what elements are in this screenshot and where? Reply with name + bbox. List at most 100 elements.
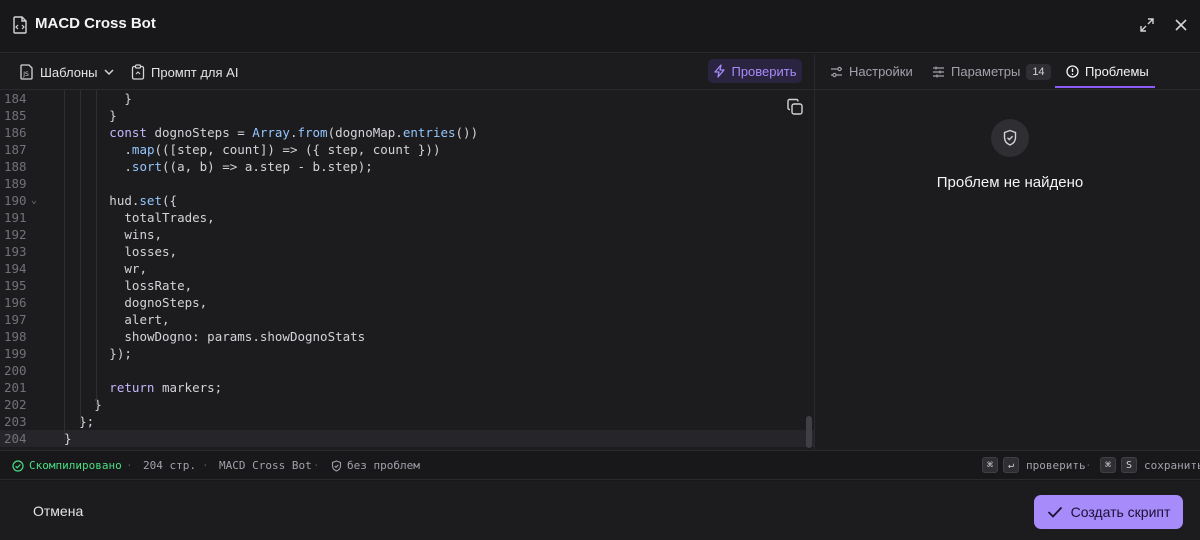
code-token: ()): [455, 125, 479, 140]
line-number: 194: [4, 261, 27, 276]
file-script-icon: [13, 16, 27, 34]
problems-status: без проблем: [331, 459, 420, 472]
copy-icon: [787, 98, 803, 115]
code-token: }: [124, 91, 132, 106]
prompt-label: Промпт для AI: [151, 64, 239, 80]
lightning-icon: [714, 64, 726, 78]
code-line[interactable]: 187 .map(([step, count]) => ({ step, coun…: [0, 141, 814, 158]
code-line[interactable]: 193 losses,: [0, 243, 814, 260]
code-token: totalTrades,: [124, 210, 215, 225]
save-shortcut-hint: ⌘ S сохранить: [1100, 457, 1200, 473]
code-token: wins,: [124, 227, 163, 242]
compiled-label: Скомпилировано: [29, 459, 122, 472]
fold-chevron-icon[interactable]: ⌄: [31, 192, 37, 209]
code-line[interactable]: 189: [0, 175, 814, 192]
code-token: losses,: [124, 244, 178, 259]
compiled-status: Скомпилировано: [12, 459, 122, 472]
code-text: alert,: [124, 311, 169, 328]
code-line[interactable]: 184}: [0, 90, 814, 107]
maximize-button[interactable]: [1136, 14, 1158, 36]
code-line[interactable]: 202}: [0, 396, 814, 413]
indent-guide: [64, 90, 65, 440]
code-line[interactable]: 188 .sort((a, b) => a.step - b.step);: [0, 158, 814, 175]
line-number: 198: [4, 329, 27, 344]
code-line[interactable]: 200: [0, 362, 814, 379]
code-line[interactable]: 195 lossRate,: [0, 277, 814, 294]
code-line[interactable]: 196 dognoSteps,: [0, 294, 814, 311]
code-text: }: [124, 90, 132, 107]
check-circle-icon: [12, 459, 24, 472]
tab-problems[interactable]: Проблемы: [1066, 54, 1149, 89]
tab-problems-label: Проблемы: [1085, 64, 1149, 79]
separator-dot: ·: [1085, 459, 1092, 472]
code-token: });: [109, 346, 132, 361]
code-text: .sort((a, b) => a.step - b.step);: [124, 158, 372, 175]
code-line[interactable]: 197 alert,: [0, 311, 814, 328]
editor-scrollbar[interactable]: [806, 416, 812, 448]
code-line[interactable]: 198 showDogno: params.showDognoStats: [0, 328, 814, 345]
check-label: Проверить: [731, 63, 797, 79]
code-editor[interactable]: 184} 185} 186 const dognoSteps = Array.from…: [0, 90, 814, 450]
tab-settings[interactable]: Настройки: [830, 54, 913, 89]
create-script-button[interactable]: Создать скрипт: [1034, 495, 1183, 529]
cancel-button[interactable]: Отмена: [33, 503, 83, 519]
sliders-icon: [831, 66, 842, 77]
line-number: 195: [4, 278, 27, 293]
check-button[interactable]: Проверить: [708, 59, 802, 83]
status-bar: Скомпилировано · 204 стр. · MACD Cross B…: [0, 450, 1200, 480]
right-panel-tabs: Настройки Параметры 14 Проблемы: [815, 54, 1200, 90]
tab-parameters[interactable]: Параметры 14: [932, 54, 1051, 89]
separator-dot: ·: [202, 459, 209, 472]
code-token: ({: [161, 193, 178, 208]
line-number: 186: [4, 125, 27, 140]
code-token: dognoSteps,: [124, 295, 208, 310]
dialog-footer: [0, 481, 1200, 540]
code-token: markers;: [154, 380, 223, 395]
editor-toolbar: JS Шаблоны Промпт для AI: [0, 54, 814, 90]
code-token: set: [139, 193, 162, 208]
expand-icon: [1140, 18, 1154, 32]
code-line[interactable]: 204}: [0, 430, 814, 447]
code-line[interactable]: 201 return markers;: [0, 379, 814, 396]
code-token: showDogno: params.showDognoStats: [124, 329, 366, 344]
shield-check-icon: [1003, 129, 1017, 146]
code-line[interactable]: 203};: [0, 413, 814, 430]
shield-check-small-icon: [331, 459, 342, 472]
close-button[interactable]: [1170, 14, 1192, 36]
templates-label: Шаблоны: [40, 64, 98, 80]
check-shortcut-hint: ⌘ ↵ проверить: [982, 457, 1086, 473]
code-token: .: [124, 142, 132, 157]
clipboard-icon: [131, 64, 145, 80]
code-line[interactable]: 190 ⌄ hud.set({: [0, 192, 814, 209]
code-token: const: [109, 125, 147, 140]
s-key: S: [1121, 457, 1137, 473]
code-line[interactable]: 191 totalTrades,: [0, 209, 814, 226]
templates-dropdown[interactable]: JS Шаблоны: [20, 62, 114, 82]
chevron-down-icon: [103, 69, 114, 76]
tab-settings-label: Настройки: [849, 64, 913, 79]
line-number: 185: [4, 108, 27, 123]
prompt-for-ai-button[interactable]: Промпт для AI: [131, 62, 238, 82]
active-tab-indicator: [1055, 86, 1155, 88]
code-text: wins,: [124, 226, 162, 243]
line-number: 192: [4, 227, 27, 242]
code-line[interactable]: 194 wr,: [0, 260, 814, 277]
code-line[interactable]: 199});: [0, 345, 814, 362]
line-number: 199: [4, 346, 27, 361]
line-number: 202: [4, 397, 27, 412]
code-line[interactable]: 185}: [0, 107, 814, 124]
check-hint-label: проверить: [1026, 458, 1086, 472]
copy-code-button[interactable]: [786, 98, 804, 116]
code-line[interactable]: 186 const dognoSteps = Array.from(dognoMa…: [0, 124, 814, 141]
cmd-key: ⌘: [982, 457, 998, 473]
line-number: 189: [4, 176, 27, 191]
code-text: };: [79, 413, 94, 430]
code-text: lossRate,: [124, 277, 192, 294]
code-line[interactable]: 192 wins,: [0, 226, 814, 243]
code-token: map: [131, 142, 155, 157]
code-token: hud.: [109, 193, 140, 208]
code-token: entries: [402, 125, 456, 140]
parameters-count-badge: 14: [1026, 63, 1051, 80]
line-number: 200: [4, 363, 27, 378]
code-token: };: [79, 414, 95, 429]
